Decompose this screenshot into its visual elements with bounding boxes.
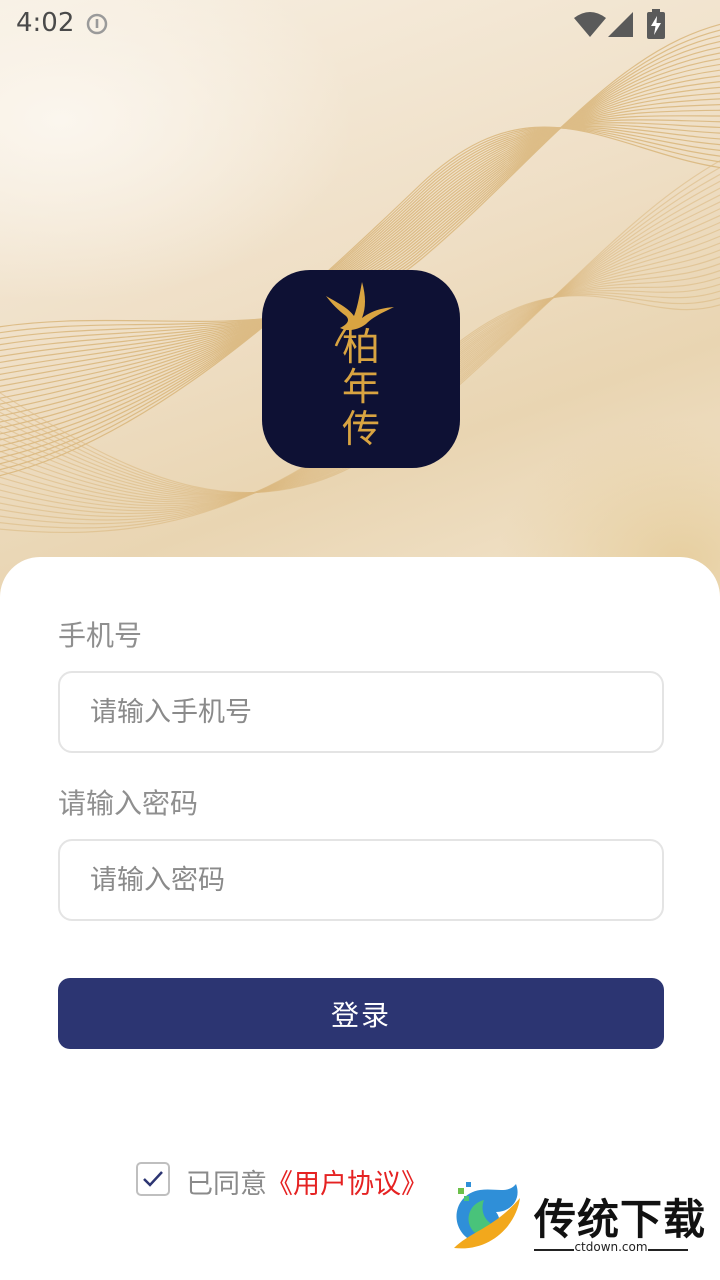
app-logo-art: 柏 年 传 (326, 282, 394, 451)
login-button[interactable]: 登录 (58, 978, 664, 1049)
status-bar: 4:02 (0, 0, 720, 50)
watermark: 传统下载 ctdown.com (450, 1182, 712, 1264)
battery-charging-icon (647, 9, 665, 39)
watermark-rule-right (648, 1249, 688, 1251)
phone-label: 手机号 (58, 619, 143, 652)
watermark-url: ctdown.com (574, 1240, 648, 1254)
user-agreement-link[interactable]: 《用户协议》 (266, 1162, 428, 1201)
password-label: 请输入密码 (58, 787, 199, 820)
wifi-icon (574, 12, 606, 37)
info-icon (86, 13, 108, 35)
watermark-logo-icon (454, 1182, 520, 1249)
app-logo: 柏 年 传 (262, 270, 460, 468)
signal-icon (608, 12, 633, 37)
logo-char-3: 传 (342, 407, 380, 451)
watermark-title: 传统下载 (534, 1195, 707, 1244)
agree-checkbox[interactable] (136, 1162, 170, 1196)
phone-input[interactable] (58, 671, 664, 753)
logo-char-2: 年 (342, 365, 380, 409)
password-input[interactable] (58, 839, 664, 921)
logo-char-1: 柏 (342, 325, 380, 369)
agree-text: 已同意 (186, 1169, 267, 1200)
status-time: 4:02 (16, 8, 75, 38)
checkmark-icon (143, 1171, 163, 1187)
